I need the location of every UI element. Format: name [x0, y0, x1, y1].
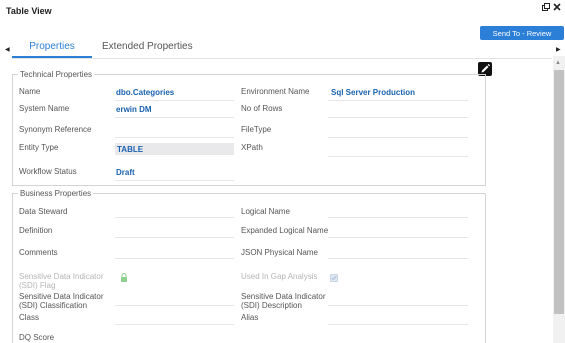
field-underline	[328, 137, 468, 138]
field-underline	[328, 156, 468, 157]
field-label-sdi-classification: Sensitive Data Indicator (SDI) Classific…	[19, 292, 104, 310]
field-underline[interactable]	[328, 237, 468, 238]
field-underline[interactable]	[328, 324, 468, 325]
field-label-data-steward: Data Steward	[19, 207, 68, 216]
field-underline	[115, 180, 234, 181]
field-value-environment-name[interactable]: Sql Server Production	[331, 88, 415, 97]
field-underline[interactable]	[115, 237, 234, 238]
title-bar: Table View	[0, 0, 565, 22]
tab-divider	[12, 58, 552, 59]
field-value-system-name[interactable]: erwin DM	[116, 105, 152, 114]
checkbox-checked-icon[interactable]	[330, 274, 338, 284]
field-underline[interactable]	[115, 324, 234, 325]
field-label-sdi-flag: Sensitive Data Indicator (SDI) Flag	[19, 272, 104, 290]
field-label-workflow-status: Workflow Status	[19, 167, 77, 176]
business-properties-legend: Business Properties	[20, 189, 92, 198]
field-underline	[115, 117, 234, 118]
field-label-sdi-description: Sensitive Data Indicator (SDI) Descripti…	[241, 292, 326, 310]
field-label-alias: Alias	[241, 313, 259, 322]
field-underline[interactable]	[328, 258, 468, 259]
window-title: Table View	[6, 6, 52, 16]
field-underline[interactable]	[328, 305, 468, 306]
technical-properties-legend: Technical Properties	[20, 70, 93, 79]
field-label-json-physical-name: JSON Physical Name	[241, 248, 318, 257]
tab-extended-properties[interactable]: Extended Properties	[102, 38, 193, 58]
restore-icon[interactable]	[542, 3, 550, 13]
scroll-up-icon[interactable]: ▲	[555, 60, 561, 66]
field-label-filetype: FileType	[241, 125, 272, 134]
field-underline	[115, 100, 234, 101]
field-label-class: Class	[19, 313, 40, 322]
field-label-xpath: XPath	[241, 143, 263, 152]
vertical-scrollbar[interactable]: ▲	[553, 56, 565, 343]
close-icon[interactable]	[553, 3, 561, 13]
field-label-comments: Comments	[19, 248, 58, 257]
field-label-expanded-logical-name: Expanded Logical Name	[241, 226, 329, 235]
field-underline[interactable]	[115, 217, 234, 218]
scrollbar-thumb[interactable]	[554, 70, 564, 314]
field-label-dq-score: DQ Score	[19, 333, 55, 342]
field-underline	[115, 137, 234, 138]
field-underline	[328, 100, 468, 101]
field-underline	[328, 117, 468, 118]
field-label-name: Name	[19, 87, 41, 96]
field-underline[interactable]	[115, 305, 234, 306]
field-label-entity-type: Entity Type	[19, 143, 59, 152]
field-label-no-of-rows: No of Rows	[241, 104, 283, 113]
tab-bar: Properties Extended Properties	[12, 38, 193, 58]
field-underline[interactable]	[328, 217, 468, 218]
tab-properties[interactable]: Properties	[12, 38, 92, 58]
field-label-system-name: System Name	[19, 104, 70, 113]
field-label-synonym-reference: Synonym Reference	[19, 125, 92, 134]
field-label-logical-name: Logical Name	[241, 207, 290, 216]
field-underline[interactable]	[115, 258, 234, 259]
send-to-review-button[interactable]: Send To - Review	[480, 26, 564, 40]
field-label-used-in-gap-analysis: Used In Gap Analysis	[241, 272, 318, 281]
tab-scroll-right-icon[interactable]: ▶	[556, 46, 561, 53]
field-label-environment-name: Environment Name	[241, 87, 310, 96]
field-value-entity-type: TABLE	[117, 145, 144, 154]
lock-icon	[120, 273, 128, 284]
tab-scroll-left-icon[interactable]: ◀	[5, 46, 10, 53]
field-value-workflow-status[interactable]: Draft	[116, 168, 135, 177]
field-label-definition: Definition	[19, 226, 53, 235]
field-value-name[interactable]: dbo.Categories	[116, 88, 174, 97]
